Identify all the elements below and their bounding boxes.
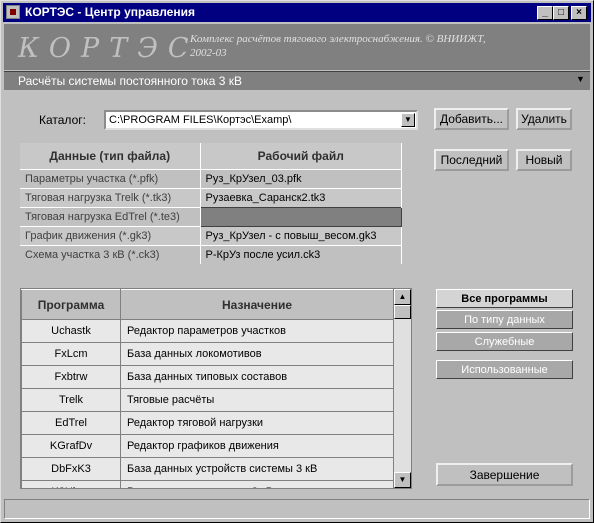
table-row[interactable]: FxLcm База данных локомотивов (21, 342, 394, 366)
file-name-cell[interactable]: Руз_КрУзел_03.pfk (200, 168, 402, 188)
table-row[interactable]: EdTrel Редактор тяговой нагрузки (21, 411, 394, 435)
files-header-file: Рабочий файл (200, 143, 402, 169)
program-purpose-cell[interactable]: Редактор тяговой нагрузки (120, 411, 394, 435)
file-type-cell: Параметры участка (*.pfk) (20, 168, 201, 188)
scroll-up-icon[interactable]: ▲ (394, 289, 411, 305)
filter-all-button[interactable]: Все программы (436, 289, 573, 308)
program-name-cell[interactable]: KGrafDv (21, 434, 121, 458)
files-header-type: Данные (тип файла) (20, 143, 201, 169)
file-type-cell: Схема участка 3 кВ (*.ck3) (20, 244, 201, 264)
program-name-cell[interactable]: FxLcm (21, 342, 121, 366)
maximize-button[interactable]: □ (553, 6, 569, 20)
section-title: Расчёты системы постоянного тока 3 кВ (18, 74, 243, 88)
program-purpose-cell[interactable]: Тяговые расчёты (120, 388, 394, 412)
delete-button[interactable]: Удалить (516, 108, 572, 130)
file-name-cell[interactable] (199, 206, 402, 227)
filter-used-button[interactable]: Использованные (436, 360, 573, 379)
minimize-button[interactable]: _ (537, 6, 553, 20)
chevron-down-icon[interactable]: ▼ (574, 74, 587, 87)
table-row[interactable]: DbFxK3 База данных устройств системы 3 кВ (21, 457, 394, 481)
programs-header-purpose: Назначение (120, 289, 394, 320)
title-bar[interactable]: КОРТЭС - Центр управления _ □ × (3, 3, 591, 22)
main-window: КОРТЭС - Центр управления _ □ × КОРТЭС К… (0, 0, 594, 523)
table-row[interactable]: Trelk Тяговые расчёты (21, 388, 394, 412)
programs-list[interactable]: Программа Назначение Uchastk Редактор пар… (20, 288, 412, 489)
table-row[interactable]: График движения (*.gk3) Руз_КрУзел - с п… (20, 225, 402, 245)
last-button[interactable]: Последний (434, 149, 509, 171)
app-banner: КОРТЭС Комплекс расчётов тягового электр… (4, 24, 590, 70)
program-name-cell[interactable]: Trelk (21, 388, 121, 412)
new-button[interactable]: Новый (516, 149, 572, 171)
file-type-cell: Тяговая нагрузка Trelk (*.tk3) (20, 187, 201, 207)
app-subtitle: Комплекс расчётов тягового электроснабже… (190, 33, 486, 59)
file-name-cell[interactable]: Р-КрУз после усил.ck3 (200, 244, 402, 264)
scrollbar-thumb[interactable] (394, 305, 411, 319)
file-name-cell[interactable]: Рузаевка_Саранск2.tk3 (200, 187, 402, 207)
program-name-cell[interactable]: K3Ubas (21, 480, 121, 488)
program-name-cell[interactable]: Fxbtrw (21, 365, 121, 389)
window-title: КОРТЭС - Центр управления (25, 5, 195, 19)
table-row[interactable]: Тяговая нагрузка EdTrel (*.te3) (20, 206, 402, 227)
status-bar (4, 499, 590, 519)
file-type-cell: Тяговая нагрузка EdTrel (*.te3) (20, 206, 201, 226)
table-row[interactable]: K3UbasРедактор схем системы 3 кВ (21, 480, 394, 488)
programs-table: Программа Назначение Uchastk Редактор пар… (21, 289, 394, 488)
programs-scrollbar[interactable]: ▲ ▼ (394, 289, 411, 488)
program-purpose-cell[interactable]: База данных типовых составов (120, 365, 394, 389)
catalog-value: C:\PROGRAM FILES\Кортэс\Examp\ (109, 114, 292, 126)
exit-button[interactable]: Завершение (436, 463, 573, 486)
program-name-cell[interactable]: Uchastk (21, 319, 121, 343)
app-icon[interactable] (6, 5, 20, 19)
table-row[interactable]: Fxbtrw База данных типовых составов (21, 365, 394, 389)
catalog-select[interactable]: C:\PROGRAM FILES\Кортэс\Examp\ ▼ (104, 110, 418, 130)
app-logo: КОРТЭС (18, 33, 199, 64)
filter-by-type-button[interactable]: По типу данных (436, 310, 573, 329)
program-purpose-cell[interactable]: Редактор параметров участков (120, 319, 394, 343)
files-table: Данные (тип файла) Рабочий файл Параметр… (20, 143, 402, 264)
program-purpose-cell[interactable]: База данных устройств системы 3 кВ (120, 457, 394, 481)
catalog-label: Каталог: (39, 113, 86, 127)
scroll-down-icon[interactable]: ▼ (394, 472, 411, 488)
table-row[interactable]: KGrafDv Редактор графиков движения (21, 434, 394, 458)
programs-header-name: Программа (21, 289, 121, 320)
table-row[interactable]: Схема участка 3 кВ (*.ck3) Р-КрУз после … (20, 244, 402, 264)
add-button[interactable]: Добавить... (434, 108, 509, 130)
table-row[interactable]: Uchastk Редактор параметров участков (21, 319, 394, 343)
program-purpose-cell[interactable]: Редактор схем системы 3 кВ (120, 480, 394, 488)
table-row[interactable]: Тяговая нагрузка Trelk (*.tk3) Рузаевка_… (20, 187, 402, 207)
filter-service-button[interactable]: Служебные (436, 332, 573, 351)
dropdown-arrow-icon[interactable]: ▼ (401, 113, 415, 127)
program-purpose-cell[interactable]: Редактор графиков движения (120, 434, 394, 458)
section-bar[interactable]: Расчёты системы постоянного тока 3 кВ ▼ (4, 71, 590, 90)
file-type-cell: График движения (*.gk3) (20, 225, 201, 245)
program-name-cell[interactable]: EdTrel (21, 411, 121, 435)
close-button[interactable]: × (571, 6, 587, 20)
table-row[interactable]: Параметры участка (*.pfk) Руз_КрУзел_03.… (20, 168, 402, 188)
program-name-cell[interactable]: DbFxK3 (21, 457, 121, 481)
file-name-cell[interactable]: Руз_КрУзел - с повыш_весом.gk3 (200, 225, 402, 245)
program-purpose-cell[interactable]: База данных локомотивов (120, 342, 394, 366)
